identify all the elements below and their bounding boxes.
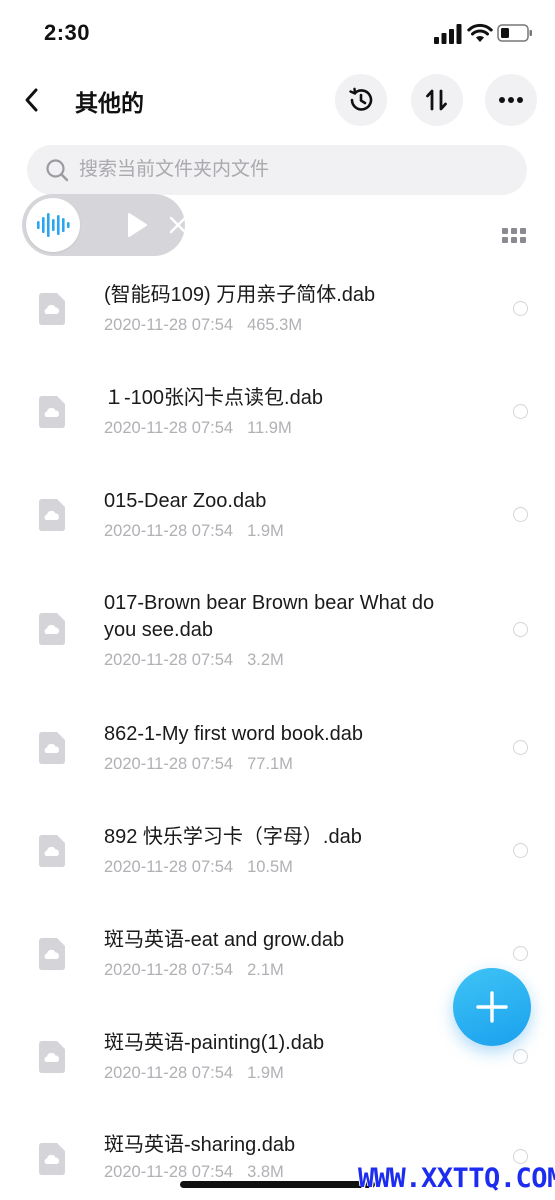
file-date: 2020-11-28 07:54: [104, 316, 234, 334]
status-bar: 2:30: [0, 0, 555, 68]
file-icon: [39, 835, 65, 867]
select-radio[interactable]: [513, 843, 528, 858]
signal-icon: [434, 24, 462, 44]
status-time: 2:30: [44, 20, 91, 45]
file-size: 465.3M: [247, 316, 303, 334]
select-radio[interactable]: [513, 946, 528, 961]
file-name: 015-Dear Zoo.dab: [104, 490, 267, 512]
search-icon: [46, 159, 69, 182]
file-name: １-100张闪卡点读包.dab: [104, 387, 323, 409]
plus-icon: [476, 991, 508, 1023]
file-icon: [39, 732, 65, 764]
home-indicator: [180, 1181, 375, 1188]
file-date: 2020-11-28 07:54: [104, 522, 234, 540]
file-browser-screen: 2:30 其他的 搜索当前文件夹内文件 (智能码109) 万用亲子简体.dab …: [0, 0, 555, 1200]
file-size: 3.2M: [247, 651, 284, 669]
file-icon: [39, 396, 65, 428]
file-name: 862-1-My first word book.dab: [104, 723, 364, 745]
file-meta: 2020-11-28 07:54 465.3M: [104, 316, 302, 335]
play-button[interactable]: [122, 210, 152, 240]
file-size: 2.1M: [247, 961, 284, 979]
history-icon: [349, 87, 373, 111]
file-icon: [39, 938, 65, 970]
sort-icon: [426, 89, 447, 111]
history-button[interactable]: [335, 74, 387, 126]
file-meta: 2020-11-28 07:54 11.9M: [104, 419, 292, 438]
file-size: 10.5M: [247, 858, 293, 876]
select-radio[interactable]: [513, 404, 528, 419]
close-player-button[interactable]: [165, 212, 191, 238]
wifi-icon: [467, 23, 493, 42]
file-size: 1.9M: [247, 522, 284, 540]
sort-button[interactable]: [411, 74, 463, 126]
file-date: 2020-11-28 07:54: [104, 858, 234, 876]
file-name: 斑马英语-eat and grow.dab: [104, 929, 345, 951]
file-meta: 2020-11-28 07:54 1.9M: [104, 522, 284, 541]
file-row[interactable]: 862-1-My first word book.dab 2020-11-28 …: [0, 719, 555, 809]
file-name: 017-Brown bear Brown bear What do you se…: [104, 592, 435, 641]
header: 其他的: [0, 68, 555, 132]
file-meta: 2020-11-28 07:54 1.9M: [104, 1064, 284, 1083]
file-meta: 2020-11-28 07:54 3.8M: [104, 1163, 284, 1182]
more-icon: [499, 97, 523, 103]
file-date: 2020-11-28 07:54: [104, 1163, 234, 1181]
audio-player: [22, 194, 187, 256]
select-radio[interactable]: [513, 507, 528, 522]
file-row[interactable]: (智能码109) 万用亲子简体.dab 2020-11-28 07:54 465.…: [0, 280, 555, 370]
file-meta: 2020-11-28 07:54 10.5M: [104, 858, 293, 877]
file-meta: 2020-11-28 07:54 3.2M: [104, 651, 284, 670]
file-row[interactable]: １-100张闪卡点读包.dab 2020-11-28 07:54 11.9M: [0, 383, 555, 473]
file-size: 11.9M: [247, 419, 292, 437]
more-button[interactable]: [485, 74, 537, 126]
file-row[interactable]: 015-Dear Zoo.dab 2020-11-28 07:54 1.9M: [0, 486, 555, 576]
file-size: 3.8M: [247, 1163, 284, 1181]
add-button[interactable]: [453, 968, 531, 1046]
search-bar: [27, 145, 527, 195]
file-icon: [39, 1041, 65, 1073]
file-icon: [39, 613, 65, 645]
back-icon: [25, 88, 38, 112]
file-meta: 2020-11-28 07:54 2.1M: [104, 961, 284, 980]
grid-icon[interactable]: [500, 224, 528, 246]
play-icon: [128, 213, 147, 237]
search-input[interactable]: [79, 145, 509, 195]
waveform-icon: [37, 213, 70, 237]
file-meta: 2020-11-28 07:54 77.1M: [104, 755, 293, 774]
back-button[interactable]: [14, 80, 48, 120]
file-name: 斑马英语-painting(1).dab: [104, 1032, 325, 1054]
file-date: 2020-11-28 07:54: [104, 961, 234, 979]
file-icon: [39, 1143, 65, 1175]
select-radio[interactable]: [513, 740, 528, 755]
file-name: (智能码109) 万用亲子简体.dab: [104, 284, 376, 306]
file-row[interactable]: 017-Brown bear Brown bear What do you se…: [0, 590, 555, 702]
file-icon: [39, 499, 65, 531]
audio-wave-button[interactable]: [26, 198, 80, 252]
file-date: 2020-11-28 07:54: [104, 1064, 234, 1082]
watermark: WWW.XXTTQ.COM: [358, 1163, 555, 1194]
select-radio[interactable]: [513, 622, 528, 637]
close-icon: [169, 216, 187, 234]
file-size: 1.9M: [247, 1064, 284, 1082]
file-date: 2020-11-28 07:54: [104, 651, 234, 669]
file-size: 77.1M: [247, 755, 293, 773]
select-radio[interactable]: [513, 1149, 528, 1164]
file-date: 2020-11-28 07:54: [104, 755, 234, 773]
select-radio[interactable]: [513, 301, 528, 316]
file-row[interactable]: 892 快乐学习卡（字母）.dab 2020-11-28 07:54 10.5M: [0, 822, 555, 912]
page-title: 其他的: [75, 90, 144, 116]
select-radio[interactable]: [513, 1049, 528, 1064]
file-icon: [39, 293, 65, 325]
battery-icon: [497, 24, 532, 42]
file-row[interactable]: 斑马英语-painting(1).dab 2020-11-28 07:54 1.9…: [0, 1028, 555, 1118]
file-name: 892 快乐学习卡（字母）.dab: [104, 826, 362, 848]
file-date: 2020-11-28 07:54: [104, 419, 234, 437]
file-name: 斑马英语-sharing.dab: [104, 1134, 296, 1156]
